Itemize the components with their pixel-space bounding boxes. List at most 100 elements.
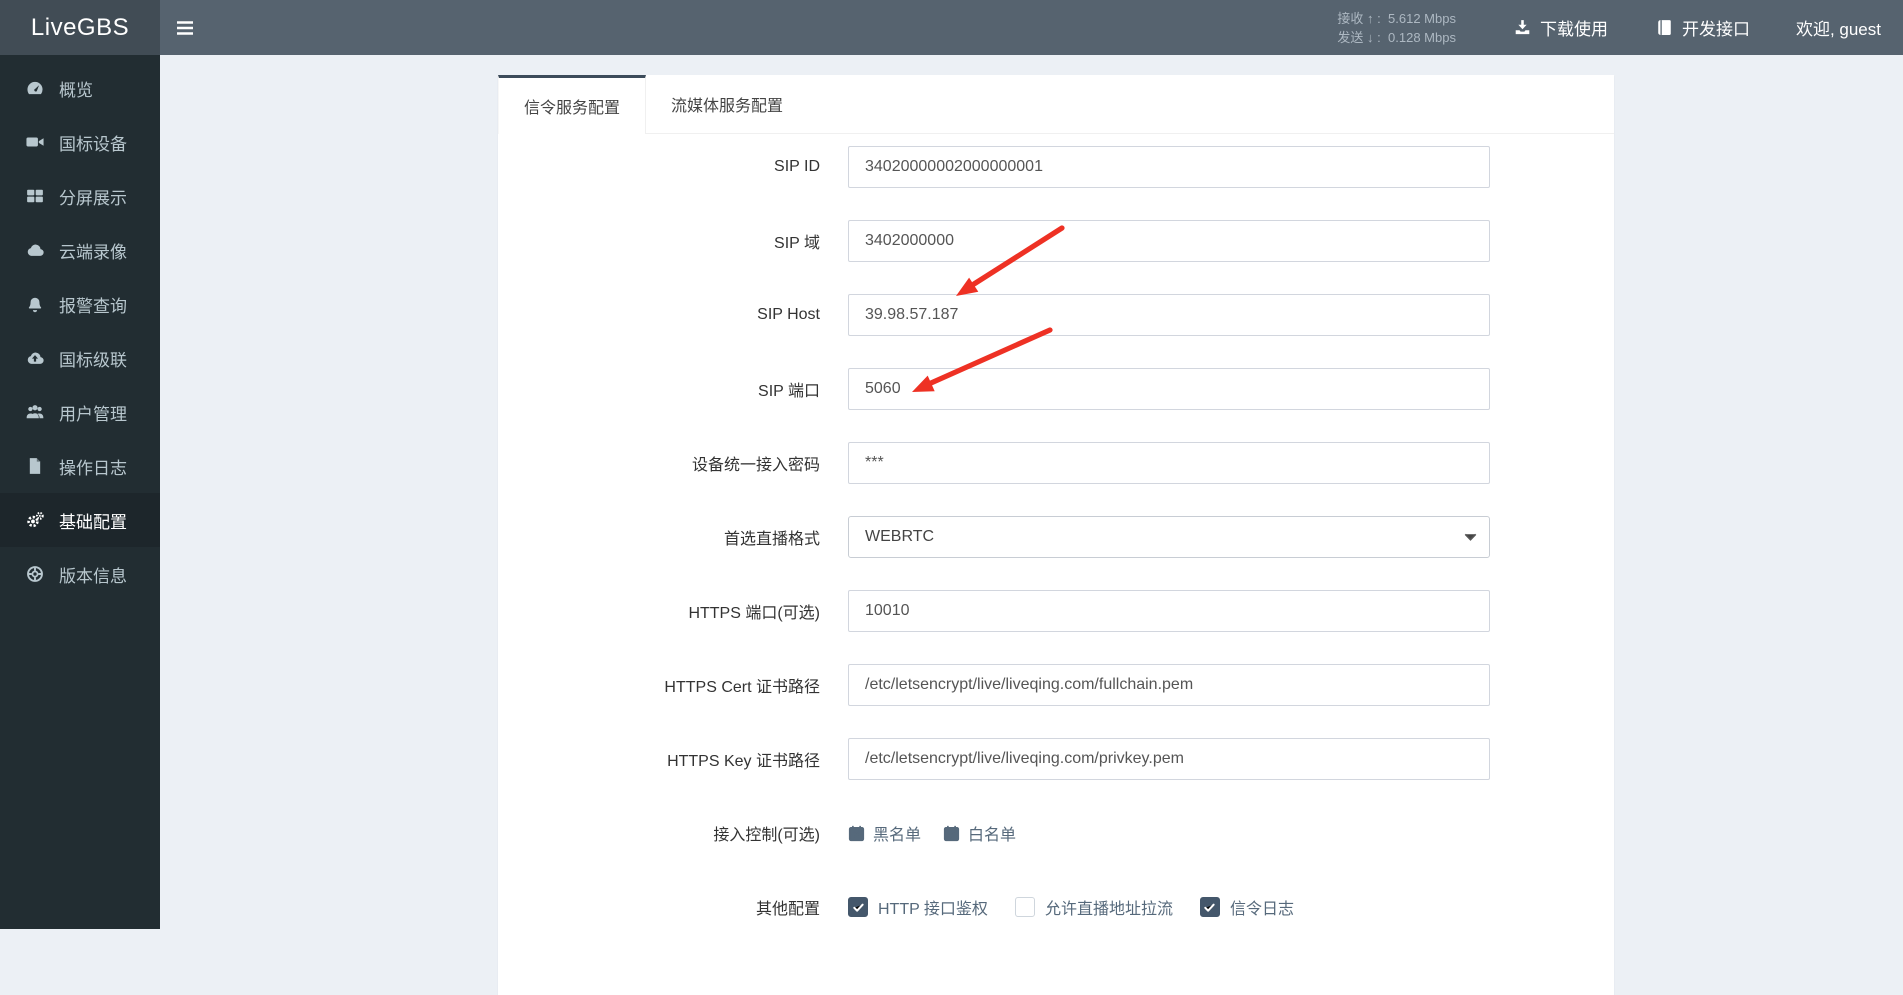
gears-icon xyxy=(26,511,44,529)
field-label: 首选直播格式 xyxy=(723,531,820,548)
field-label: 其他配置 xyxy=(755,901,820,918)
cloud-upload-icon xyxy=(26,349,44,367)
form-row-sip-port: SIP 端口 xyxy=(498,368,1614,410)
info-ring-icon xyxy=(26,565,44,583)
sidebar-item-label: 概览 xyxy=(59,80,93,100)
check-icon xyxy=(1203,901,1216,914)
field-preferred-live-format: WEBRTC xyxy=(848,516,1490,558)
field-label: 接入控制(可选) xyxy=(713,827,820,844)
checkbox-option[interactable]: 允许直播地址拉流 xyxy=(1014,895,1173,919)
field-label: SIP 域 xyxy=(774,235,820,252)
sip-port-input[interactable] xyxy=(848,368,1490,410)
sidebar-item-label: 分屏展示 xyxy=(59,188,127,208)
sidebar-item-label: 版本信息 xyxy=(59,566,127,586)
field-label: HTTPS 端口(可选) xyxy=(688,605,820,622)
sidebar-item-gb-devices[interactable]: 国标设备 xyxy=(0,115,160,169)
form-row-other-config: 其他配置 HTTP 接口鉴权 允许直播地址拉流 信令日志 xyxy=(498,886,1614,928)
sidebar-item-label: 用户管理 xyxy=(59,404,127,424)
field-label: 设备统一接入密码 xyxy=(691,457,820,474)
hamburger-icon xyxy=(176,19,194,37)
download-icon xyxy=(1514,19,1531,36)
sidebar-item-cloud-record[interactable]: 云端录像 xyxy=(0,223,160,277)
book-icon xyxy=(1656,19,1673,36)
recv-rate: 接收 ↑ : 5.612 Mbps xyxy=(1337,10,1456,26)
sip-host-input[interactable] xyxy=(848,294,1490,336)
calendar-check-link[interactable]: 白名单 xyxy=(943,821,1016,845)
tab-signal-service-config[interactable]: 信令服务配置 xyxy=(498,75,647,134)
sidebar-item-split-screen[interactable]: 分屏展示 xyxy=(0,169,160,223)
network-stats: 接收 ↑ : 5.612 Mbps 发送 ↓ : 0.128 Mbps xyxy=(1337,9,1456,47)
form-row-preferred-live-format: 首选直播格式 WEBRTC xyxy=(498,516,1614,558)
field-label: SIP 端口 xyxy=(758,383,820,400)
field-label: SIP Host xyxy=(757,306,820,323)
other-config-options: HTTP 接口鉴权 允许直播地址拉流 信令日志 xyxy=(848,895,1490,919)
calendar-check-icon xyxy=(943,825,960,842)
checkbox-label: 信令日志 xyxy=(1229,901,1294,918)
sidebar-item-version-info[interactable]: 版本信息 xyxy=(0,547,160,601)
grid-icon xyxy=(26,187,44,205)
sidebar-toggle-button[interactable] xyxy=(160,0,210,55)
preferred-live-format-select[interactable]: WEBRTC xyxy=(848,516,1490,558)
sidebar-item-alarm-query[interactable]: 报警查询 xyxy=(0,277,160,331)
tab-media-service-config[interactable]: 流媒体服务配置 xyxy=(646,75,808,133)
https-port-input[interactable] xyxy=(848,590,1490,632)
checkbox-option[interactable]: HTTP 接口鉴权 xyxy=(848,895,988,919)
field-https-key-path xyxy=(848,738,1490,780)
sip-domain-input[interactable] xyxy=(848,220,1490,262)
field-label: HTTPS Key 证书路径 xyxy=(667,753,820,770)
main-content: 信令服务配置流媒体服务配置 SIP ID SIP 域 SIP Host SIP 端口设… xyxy=(160,55,1903,995)
sidebar-item-user-management[interactable]: 用户管理 xyxy=(0,385,160,439)
checkbox-checked[interactable] xyxy=(848,897,868,917)
file-icon xyxy=(26,457,44,475)
field-label: SIP ID xyxy=(774,158,820,175)
checkbox-checked[interactable] xyxy=(1199,897,1220,917)
gauge-icon xyxy=(26,79,44,97)
top-navbar: LiveGBS 接收 ↑ : 5.612 Mbps 发送 ↓ : 0.128 M… xyxy=(0,0,1903,55)
checkbox-unchecked[interactable] xyxy=(1014,897,1035,917)
calendar-times-link[interactable]: 黑名单 xyxy=(848,821,921,845)
form-row-sip-host: SIP Host xyxy=(498,294,1614,336)
bell-icon xyxy=(26,295,44,313)
send-rate: 发送 ↓ : 0.128 Mbps xyxy=(1337,29,1456,45)
sidebar-item-overview[interactable]: 概览 xyxy=(0,61,160,115)
send-value: 0.128 Mbps xyxy=(1388,29,1456,45)
link-label: 白名单 xyxy=(968,827,1017,844)
sidebar-item-gb-cascade[interactable]: 国标级联 xyxy=(0,331,160,385)
form-row-https-cert-path: HTTPS Cert 证书路径 xyxy=(498,664,1614,706)
navbar-right: 接收 ↑ : 5.612 Mbps 发送 ↓ : 0.128 Mbps 下载使用… xyxy=(1337,0,1903,55)
sidebar-item-operation-log[interactable]: 操作日志 xyxy=(0,439,160,493)
down-arrow-icon: ↓ xyxy=(1367,29,1374,45)
calendar-times-icon xyxy=(848,825,865,842)
sidebar-item-label: 基础配置 xyxy=(59,512,127,532)
dev-api-label: 开发接口 xyxy=(1681,20,1750,39)
access-control-links: 黑名单 白名单 xyxy=(848,821,1490,845)
field-other-config: HTTP 接口鉴权 允许直播地址拉流 信令日志 xyxy=(848,895,1490,919)
tab-bar: 信令服务配置 流媒体服务配置 xyxy=(498,75,1614,134)
sidebar-item-label: 报警查询 xyxy=(59,296,127,316)
sidebar: 概览国标设备分屏展示云端录像报警查询国标级联用户管理操作日志基础配置版本信息 xyxy=(0,55,160,929)
user-menu[interactable]: 欢迎, guest xyxy=(1774,15,1887,40)
https-key-path-input[interactable] xyxy=(848,738,1490,780)
form-row-https-key-path: HTTPS Key 证书路径 xyxy=(498,738,1614,780)
app-logo: LiveGBS xyxy=(0,0,160,55)
field-label: HTTPS Cert 证书路径 xyxy=(664,679,820,696)
dev-api-link[interactable]: 开发接口 xyxy=(1632,0,1774,55)
field-sip-id xyxy=(848,146,1490,188)
field-https-cert-path xyxy=(848,664,1490,706)
recv-value: 5.612 Mbps xyxy=(1388,10,1456,26)
checkbox-label: HTTP 接口鉴权 xyxy=(878,901,988,918)
form-row-https-port: HTTPS 端口(可选) xyxy=(498,590,1614,632)
select-value: WEBRTC xyxy=(865,528,935,545)
checkbox-option[interactable]: 信令日志 xyxy=(1199,895,1294,919)
video-camera-icon xyxy=(26,133,44,151)
chevron-down-icon xyxy=(1464,533,1477,542)
https-cert-path-input[interactable] xyxy=(848,664,1490,706)
up-arrow-icon: ↑ xyxy=(1367,10,1374,26)
sidebar-item-basic-config[interactable]: 基础配置 xyxy=(0,493,160,547)
sip-id-input[interactable] xyxy=(848,146,1490,188)
device-access-password-input[interactable] xyxy=(848,442,1490,484)
download-link[interactable]: 下载使用 xyxy=(1490,0,1632,55)
form-row-access-control: 接入控制(可选) 黑名单 白名单 xyxy=(498,812,1614,854)
field-sip-host xyxy=(848,294,1490,336)
check-icon xyxy=(852,901,865,914)
